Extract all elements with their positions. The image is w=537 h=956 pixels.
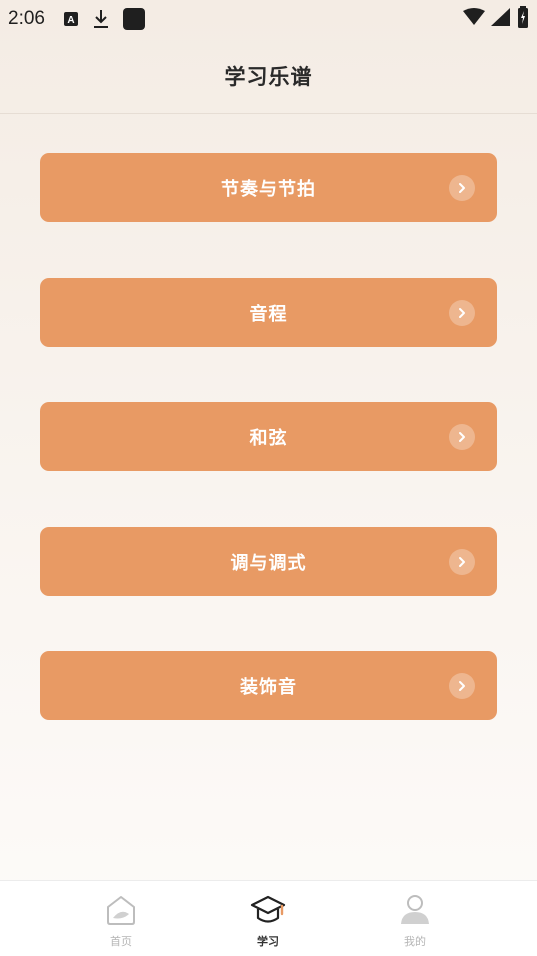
bottom-tab-bar: 首页 学习 我的 [0, 880, 537, 956]
app-square-icon [122, 8, 145, 30]
menu-item-intervals[interactable]: 音程 [40, 278, 497, 347]
page-title: 学习乐谱 [224, 64, 313, 89]
chevron-right-icon [449, 672, 475, 699]
tab-study[interactable]: 学习 [208, 881, 328, 956]
tab-home-label: 首页 [110, 935, 132, 948]
home-icon [105, 893, 137, 927]
keyboard-a-icon: A [63, 11, 79, 27]
tab-profile[interactable]: 我的 [355, 881, 475, 956]
chevron-right-icon [449, 548, 475, 575]
battery-charging-icon [517, 6, 529, 32]
svg-text:A: A [67, 15, 74, 26]
menu-item-chords[interactable]: 和弦 [40, 402, 497, 471]
status-bar: 2:06 A [0, 0, 537, 38]
chevron-right-icon [449, 299, 475, 326]
wifi-icon [463, 8, 485, 30]
tab-home[interactable]: 首页 [61, 881, 181, 956]
chevron-right-icon [449, 423, 475, 450]
menu-item-ornaments[interactable]: 装饰音 [40, 651, 497, 720]
chevron-right-icon [449, 174, 475, 201]
menu-item-label: 节奏与节拍 [221, 178, 316, 200]
cellular-signal-icon [491, 8, 511, 30]
menu-item-keys-modes[interactable]: 调与调式 [40, 527, 497, 596]
menu-item-label: 装饰音 [240, 676, 297, 698]
menu-item-label: 音程 [249, 303, 288, 325]
download-icon [93, 9, 109, 29]
menu-item-label: 和弦 [249, 427, 288, 449]
person-icon [399, 893, 431, 927]
menu-item-label: 调与调式 [230, 552, 307, 574]
tab-profile-label: 我的 [404, 935, 426, 948]
graduation-cap-icon [250, 893, 286, 927]
tab-study-label: 学习 [257, 935, 279, 948]
header: 学习乐谱 [0, 38, 537, 114]
status-time: 2:06 [8, 8, 45, 29]
menu-item-rhythm-meter[interactable]: 节奏与节拍 [40, 153, 497, 222]
